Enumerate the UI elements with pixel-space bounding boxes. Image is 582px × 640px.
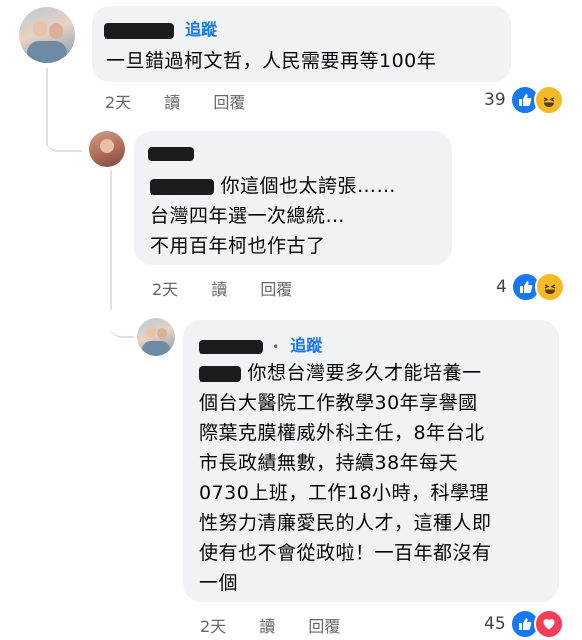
comment-bubble: 林楨 謝明仁 你這個也太誇張…… 台灣四年選一次總統… 不用百年柯也作古了 (134, 131, 452, 265)
author-name-redacted[interactable]: 林楨 (148, 146, 194, 161)
comment-text: 謝明仁 你想台灣要多久才能培養一 個台大醫院工作教學30年享譽國 際葉克膜權威外… (199, 358, 492, 598)
comment-line: 0730上班，工作18小時，科學理 (199, 482, 490, 504)
reply-button[interactable]: 回覆 (213, 93, 245, 112)
thread-elbow-1 (46, 110, 82, 152)
mention-redacted[interactable]: 謝明仁 (150, 178, 214, 195)
comment-line: 你想台灣要多久才能培養一 (247, 362, 482, 384)
author-name-redacted[interactable]: 謝明仁 (104, 22, 174, 39)
reaction-count: 39 (484, 90, 506, 110)
thread-elbow-2 (110, 300, 134, 338)
author-name-redacted[interactable]: 謝明仁 (199, 339, 263, 354)
timestamp[interactable]: 2天 (200, 617, 226, 636)
reply-button[interactable]: 回覆 (308, 617, 340, 636)
reply-button[interactable]: 回覆 (260, 280, 292, 299)
reaction-summary[interactable]: 39 (484, 85, 564, 115)
comment-text: 一旦錯過柯文哲，人民需要再等100年 (106, 50, 437, 72)
comment-text: 謝明仁 你這個也太誇張…… 台灣四年選一次總統… 不用百年柯也作古了 (150, 171, 396, 261)
comment-line: 你這個也太誇張…… (220, 175, 397, 197)
comment-line: 不用百年柯也作古了 (150, 235, 326, 257)
timestamp[interactable]: 2天 (105, 93, 131, 112)
reaction-count: 4 (496, 277, 507, 297)
read-link[interactable]: 讀 (211, 280, 227, 299)
avatar[interactable] (19, 7, 75, 63)
comment-actions: 2天 讀 回覆 (200, 613, 368, 637)
comment-line: 使有也不會從政啦！一百年都沒有 (199, 542, 492, 564)
timestamp[interactable]: 2天 (152, 280, 178, 299)
comment-actions: 2天 讀 回覆 (105, 89, 273, 113)
love-icon (533, 609, 564, 639)
reaction-count: 45 (484, 614, 506, 634)
comment-line: 一個 (199, 572, 239, 594)
reaction-summary[interactable]: 45 (484, 609, 564, 639)
comment-actions: 2天 讀 回覆 (152, 276, 320, 300)
follow-link[interactable]: 追蹤 (185, 20, 217, 39)
reaction-summary[interactable]: 4 (496, 272, 565, 302)
comment-line: 際葉克膜權威外科主任，8年台北 (199, 422, 485, 444)
comment-line: 個台大醫院工作教學30年享譽國 (199, 392, 478, 414)
read-link[interactable]: 讀 (164, 93, 180, 112)
follow-link[interactable]: 追蹤 (290, 336, 322, 355)
comment-line: 台灣四年選一次總統… (150, 205, 346, 227)
mention-redacted[interactable]: 謝明仁 (199, 365, 241, 382)
comment-line: 市長政績無數，持續38年每天 (199, 452, 459, 474)
comment-bubble: 謝明仁 追蹤 一旦錯過柯文哲，人民需要再等100年 (92, 6, 511, 82)
haha-icon (534, 272, 565, 302)
avatar[interactable] (137, 318, 175, 356)
separator-dot: • (272, 340, 280, 354)
comment-line: 性努力清廉愛民的人才，這種人即 (199, 512, 492, 534)
thread-line-sub (110, 170, 112, 310)
avatar[interactable] (89, 131, 125, 167)
haha-icon (533, 85, 564, 115)
read-link[interactable]: 讀 (259, 617, 275, 636)
comment-bubble: 謝明仁 • 追蹤 謝明仁 你想台灣要多久才能培養一 個台大醫院工作教學30年享譽… (183, 320, 559, 602)
